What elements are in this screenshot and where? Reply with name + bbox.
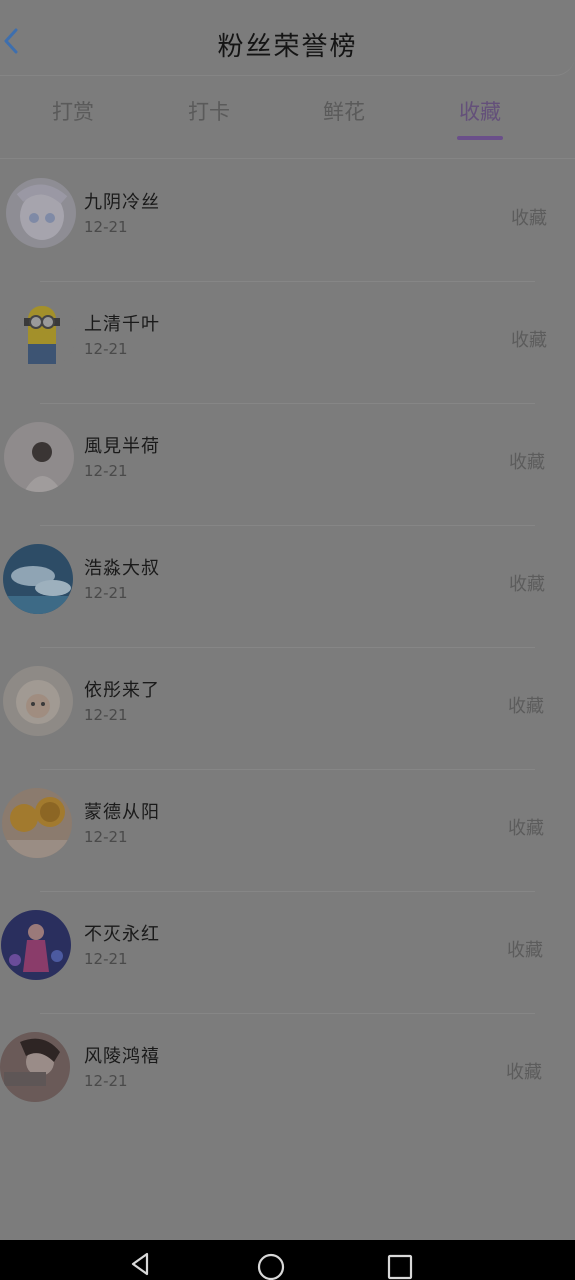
fan-name: 蒙德从阳 <box>84 802 160 823</box>
tab-flowers[interactable]: 鲜花 <box>299 96 389 126</box>
fan-date: 12-21 <box>84 828 128 846</box>
list-item[interactable]: 依彤来了 12-21 收藏 <box>0 648 575 770</box>
fan-date: 12-21 <box>84 340 128 358</box>
favorite-label: 收藏 <box>508 696 544 717</box>
fan-date: 12-21 <box>84 584 128 602</box>
favorite-label: 收藏 <box>508 818 544 839</box>
avatar <box>4 422 74 492</box>
tab-favorites[interactable]: 收藏 <box>435 96 525 126</box>
list-item[interactable]: 九阴冷丝 12-21 收藏 <box>0 160 575 282</box>
system-nav-bar <box>0 1240 575 1280</box>
list-item[interactable]: 风陵鸿禧 12-21 收藏 <box>0 1014 575 1136</box>
favorite-label: 收藏 <box>511 208 547 229</box>
active-tab-indicator <box>457 136 503 140</box>
triangle-back-icon <box>131 1252 149 1276</box>
fan-name: 不灭永红 <box>84 924 160 945</box>
page-title: 粉丝荣誉榜 <box>217 32 358 62</box>
fan-date: 12-21 <box>84 218 128 236</box>
favorite-label: 收藏 <box>507 940 543 961</box>
header: 粉丝荣誉榜 <box>0 0 575 76</box>
divider <box>0 158 575 159</box>
nav-recents-button[interactable] <box>380 1250 420 1280</box>
fan-date: 12-21 <box>84 462 128 480</box>
fan-name: 风陵鸿禧 <box>84 1046 160 1067</box>
fan-name: 風見半荷 <box>84 436 160 457</box>
fan-date: 12-21 <box>84 950 128 968</box>
tab-checkin[interactable]: 打卡 <box>164 96 254 126</box>
list-item[interactable]: 風見半荷 12-21 收藏 <box>0 404 575 526</box>
tab-bar: 打赏 打卡 鲜花 收藏 <box>0 90 575 150</box>
fan-name: 上清千叶 <box>84 314 160 335</box>
avatar <box>6 300 76 370</box>
fan-name: 浩淼大叔 <box>84 558 160 579</box>
nav-back-button[interactable] <box>120 1250 160 1280</box>
list-item[interactable]: 浩淼大叔 12-21 收藏 <box>0 526 575 648</box>
fan-list: 九阴冷丝 12-21 收藏 上清千叶 12-21 收藏 風見半荷 12-21 收… <box>0 160 575 1136</box>
screen: 粉丝荣誉榜 打赏 打卡 鲜花 收藏 九阴冷丝 12-21 收藏 上清千叶 12-… <box>0 0 575 1240</box>
avatar <box>1 910 71 980</box>
list-item[interactable]: 不灭永红 12-21 收藏 <box>0 892 575 1014</box>
favorite-label: 收藏 <box>509 452 545 473</box>
fan-date: 12-21 <box>84 706 128 724</box>
fan-name: 依彤来了 <box>84 680 160 701</box>
avatar <box>3 666 73 736</box>
nav-home-button[interactable] <box>251 1250 291 1280</box>
square-recents-icon <box>387 1254 413 1280</box>
tab-tip[interactable]: 打赏 <box>28 96 118 126</box>
avatar <box>2 788 72 858</box>
avatar <box>0 1032 70 1102</box>
avatar <box>3 544 73 614</box>
favorite-label: 收藏 <box>509 574 545 595</box>
fan-name: 九阴冷丝 <box>84 192 160 213</box>
favorite-label: 收藏 <box>506 1062 542 1083</box>
circle-home-icon <box>257 1253 285 1280</box>
fan-date: 12-21 <box>84 1072 128 1090</box>
favorite-label: 收藏 <box>511 330 547 351</box>
avatar <box>6 178 76 248</box>
list-item[interactable]: 上清千叶 12-21 收藏 <box>0 282 575 404</box>
list-item[interactable]: 蒙德从阳 12-21 收藏 <box>0 770 575 892</box>
